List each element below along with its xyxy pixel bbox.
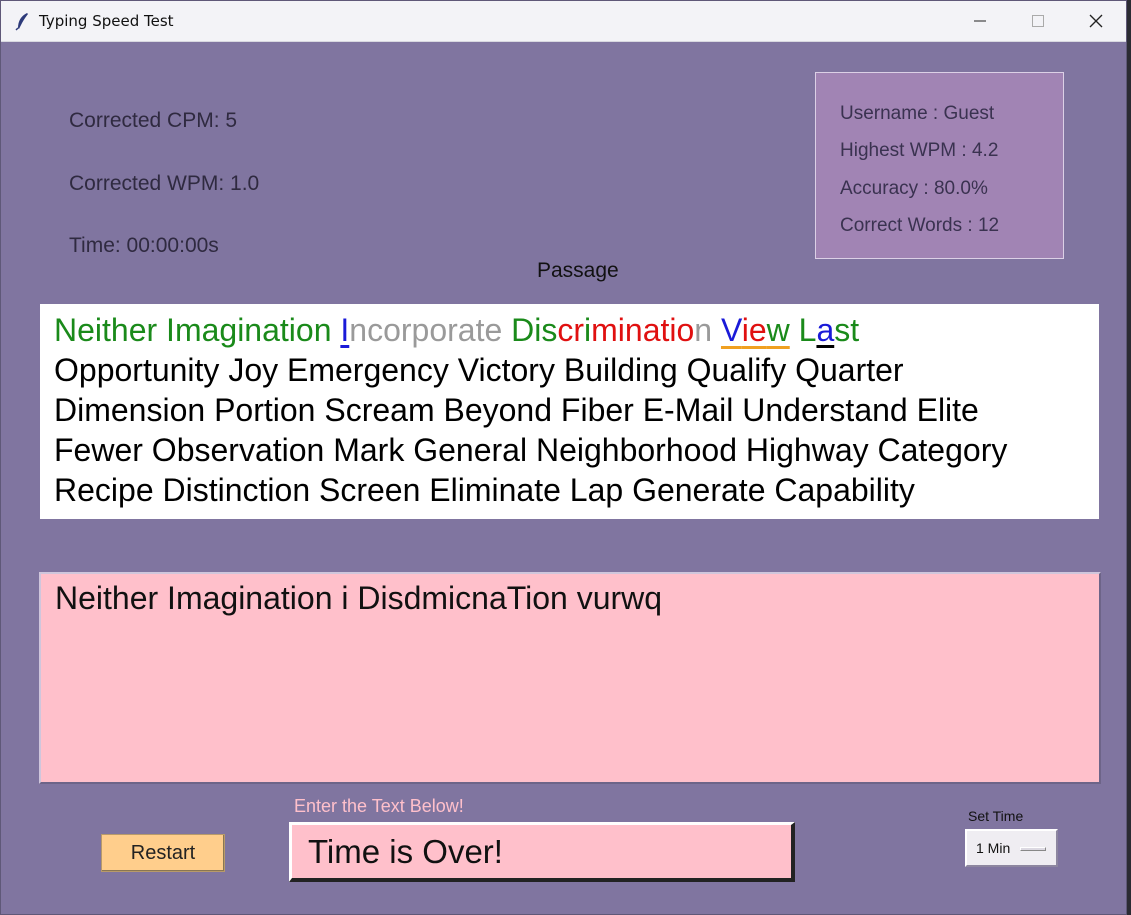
username-label: Username : Guest: [840, 103, 995, 124]
text-entry-field[interactable]: Time is Over!: [289, 822, 795, 882]
cursor-char: a: [816, 312, 835, 348]
feather-icon: [15, 13, 28, 31]
option-menu-indicator-icon: [1020, 847, 1046, 851]
minimize-button[interactable]: [951, 1, 1009, 41]
passage-line-3: Dimension Portion Scream Beyond Fiber E-…: [54, 392, 979, 428]
word-skipped: n: [694, 312, 713, 348]
passage-text: Neither Imagination Incorporate Discrimi…: [40, 304, 1099, 519]
word-correct: Imagination: [166, 312, 332, 348]
word-highlighted: View: [721, 312, 790, 348]
maximize-icon: [1032, 15, 1044, 27]
word-char: w: [766, 312, 790, 348]
word-wrong: cr: [557, 312, 585, 348]
word-char: L: [798, 312, 817, 348]
typed-text-box[interactable]: Neither Imagination i DisdmicnaTion vurw…: [39, 572, 1101, 784]
wpm-label: Corrected WPM: 1.0: [69, 172, 260, 195]
minimize-icon: [974, 20, 986, 22]
word-char: ie: [741, 312, 767, 348]
restart-button[interactable]: Restart: [101, 834, 225, 872]
correct-words-label: Correct Words : 12: [840, 215, 1000, 236]
word-char: st: [834, 312, 860, 348]
word-correct: Neither: [54, 312, 158, 348]
word-partial: Dis: [511, 312, 558, 348]
passage-line-2: Opportunity Joy Emergency Victory Buildi…: [54, 352, 904, 388]
word-current-char: I: [340, 312, 350, 348]
highest-wpm-label: Highest WPM : 4.2: [840, 140, 999, 161]
set-time-label: Set Time: [968, 808, 1024, 824]
passage-line-4: Fewer Observation Mark General Neighborh…: [54, 432, 1008, 468]
desktop-edge: [1127, 0, 1131, 915]
title-bar: Typing Speed Test: [1, 1, 1126, 42]
passage-line-5: Recipe Distinction Screen Eliminate Lap …: [54, 472, 915, 508]
entry-label: Enter the Text Below!: [294, 796, 464, 816]
time-select[interactable]: 1 Min: [965, 829, 1058, 867]
window-title: Typing Speed Test: [39, 12, 174, 30]
time-label: Time: 00:00:00s: [69, 234, 219, 257]
passage-heading: Passage: [537, 259, 619, 282]
close-button[interactable]: [1067, 1, 1125, 41]
word-skipped: ncorporate: [349, 312, 503, 348]
passage-line-1: Neither Imagination Incorporate Discrimi…: [54, 310, 1085, 350]
user-info-panel: Username : Guest Highest WPM : 4.2 Accur…: [815, 72, 1064, 259]
cpm-label: Corrected CPM: 5: [69, 109, 238, 132]
accuracy-label: Accuracy : 80.0%: [840, 178, 988, 199]
app-window: Typing Speed Test Corrected CPM: 5 Corre…: [0, 0, 1127, 915]
word-char: V: [720, 312, 742, 348]
word-wrong: minatio: [591, 312, 695, 348]
maximize-button[interactable]: [1009, 1, 1067, 41]
time-select-value: 1 Min: [976, 840, 1011, 856]
close-icon: [1089, 14, 1103, 28]
